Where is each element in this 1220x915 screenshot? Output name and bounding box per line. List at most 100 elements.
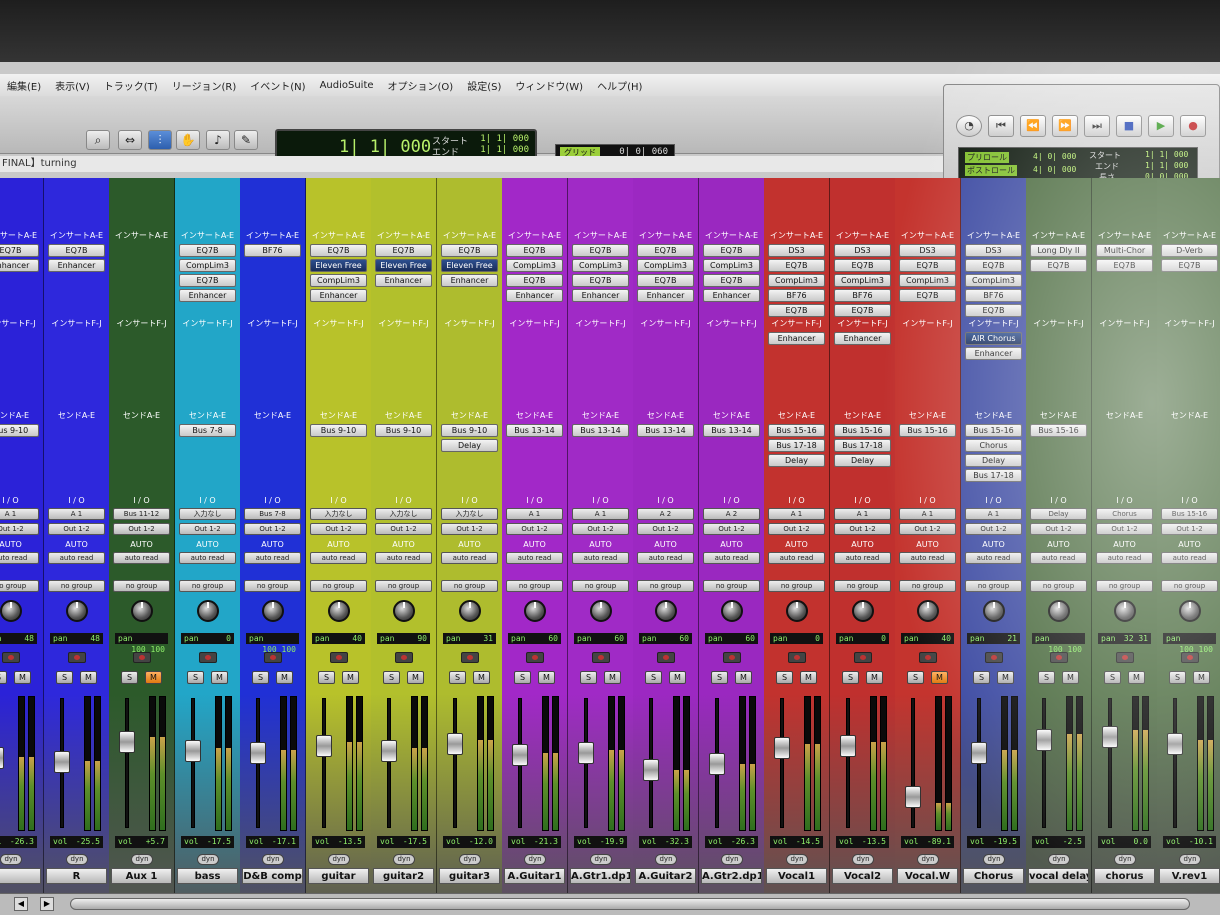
automation-mode[interactable]: auto read: [310, 552, 367, 564]
main-counter[interactable]: 1| 1| 000 スタート エンド 1| 1| 000 1| 1| 000: [275, 129, 537, 159]
output-selector[interactable]: Out 1-2: [572, 523, 629, 535]
record-enable-button[interactable]: [985, 652, 1003, 663]
output-selector[interactable]: Out 1-2: [1161, 523, 1218, 535]
send-slot[interactable]: Bus 17-18: [965, 469, 1022, 482]
solo-button[interactable]: S: [252, 671, 269, 684]
mute-button[interactable]: M: [931, 671, 948, 684]
volume-fader[interactable]: [578, 742, 594, 764]
send-slot[interactable]: Bus 9-10: [0, 424, 39, 437]
solo-button[interactable]: S: [907, 671, 924, 684]
input-selector[interactable]: Bus 15-16: [1161, 508, 1218, 520]
input-selector[interactable]: 入力なし: [310, 508, 367, 520]
record-enable-button[interactable]: [395, 652, 413, 663]
input-selector[interactable]: A 1: [768, 508, 825, 520]
menu-item[interactable]: イベント(N): [243, 78, 312, 93]
record-icon[interactable]: ●: [1180, 115, 1206, 137]
output-selector[interactable]: Out 1-2: [375, 523, 432, 535]
automation-mode[interactable]: auto read: [834, 552, 891, 564]
insert-slot[interactable]: EQ7B: [834, 259, 891, 272]
mute-button[interactable]: M: [800, 671, 817, 684]
insert-slot[interactable]: BF76: [834, 289, 891, 302]
scroll-right-icon[interactable]: ▶: [40, 897, 54, 911]
group-selector[interactable]: no group: [965, 580, 1022, 592]
insert-slot[interactable]: EQ7B: [834, 304, 891, 317]
solo-button[interactable]: S: [1038, 671, 1055, 684]
automation-mode[interactable]: auto read: [441, 552, 498, 564]
insert-slot[interactable]: EQ7B: [572, 274, 629, 287]
dyn-button[interactable]: dyn: [328, 854, 350, 865]
pan-knob[interactable]: [262, 600, 284, 622]
volume-fader[interactable]: [0, 747, 4, 769]
dyn-button[interactable]: dyn: [66, 854, 88, 865]
input-selector[interactable]: 入力なし: [441, 508, 498, 520]
insert-slot[interactable]: Enhancer: [768, 332, 825, 345]
input-selector[interactable]: Delay: [1030, 508, 1087, 520]
insert-slot[interactable]: Enhancer: [572, 289, 629, 302]
group-selector[interactable]: no group: [703, 580, 760, 592]
insert-slot[interactable]: DS3: [965, 244, 1022, 257]
solo-button[interactable]: S: [56, 671, 73, 684]
automation-mode[interactable]: auto read: [965, 552, 1022, 564]
dyn-button[interactable]: dyn: [786, 854, 808, 865]
insert-slot[interactable]: EQ7B: [310, 244, 367, 257]
track-name[interactable]: Chorus: [963, 868, 1024, 884]
online-icon[interactable]: ◔: [956, 115, 982, 137]
menu-item[interactable]: リージョン(R): [165, 78, 244, 93]
volume-fader[interactable]: [971, 742, 987, 764]
insert-slot[interactable]: EQ7B: [0, 244, 39, 257]
track-name[interactable]: A.Guitar2: [635, 868, 696, 884]
return-to-zero-icon[interactable]: ⏮: [988, 115, 1014, 137]
mute-button[interactable]: M: [997, 671, 1014, 684]
mute-button[interactable]: M: [342, 671, 359, 684]
play-icon[interactable]: ▶: [1148, 115, 1174, 137]
insert-slot[interactable]: Eleven Free: [375, 259, 432, 272]
insert-slot[interactable]: CompLim3: [899, 274, 956, 287]
selector-icon[interactable]: ⫶: [148, 130, 172, 150]
pan-knob[interactable]: [983, 600, 1005, 622]
insert-slot[interactable]: Multi-Chor: [1096, 244, 1153, 257]
input-selector[interactable]: A 1: [965, 508, 1022, 520]
dyn-button[interactable]: dyn: [1114, 854, 1136, 865]
insert-slot[interactable]: BF76: [965, 289, 1022, 302]
solo-button[interactable]: S: [187, 671, 204, 684]
pan-knob[interactable]: [393, 600, 415, 622]
insert-slot[interactable]: Enhancer: [310, 289, 367, 302]
automation-mode[interactable]: auto read: [179, 552, 236, 564]
mute-button[interactable]: M: [538, 671, 555, 684]
volume-fader[interactable]: [54, 751, 70, 773]
pan-knob[interactable]: [328, 600, 350, 622]
insert-slot[interactable]: EQ7B: [179, 244, 236, 257]
zoom-icon[interactable]: ⌕: [86, 130, 110, 150]
mute-button[interactable]: M: [866, 671, 883, 684]
insert-slot[interactable]: EQ7B: [899, 259, 956, 272]
pan-knob[interactable]: [1048, 600, 1070, 622]
insert-slot[interactable]: EQ7B: [506, 274, 563, 287]
menu-item[interactable]: 表示(V): [48, 78, 97, 93]
output-selector[interactable]: Out 1-2: [179, 523, 236, 535]
insert-slot[interactable]: EQ7B: [637, 274, 694, 287]
record-enable-button[interactable]: [657, 652, 675, 663]
insert-slot[interactable]: EQ7B: [899, 289, 956, 302]
dyn-button[interactable]: dyn: [983, 854, 1005, 865]
input-selector[interactable]: A 2: [637, 508, 694, 520]
track-name[interactable]: bass: [177, 868, 238, 884]
mute-button[interactable]: M: [1128, 671, 1145, 684]
insert-slot[interactable]: EQ7B: [179, 274, 236, 287]
input-selector[interactable]: 入力なし: [179, 508, 236, 520]
pan-knob[interactable]: [197, 600, 219, 622]
dyn-button[interactable]: dyn: [524, 854, 546, 865]
solo-button[interactable]: S: [1169, 671, 1186, 684]
insert-slot[interactable]: Eleven Free: [310, 259, 367, 272]
menu-item[interactable]: オプション(O): [381, 78, 461, 93]
insert-slot[interactable]: EQ7B: [506, 244, 563, 257]
send-slot[interactable]: Bus 13-14: [506, 424, 563, 437]
insert-slot[interactable]: CompLim3: [965, 274, 1022, 287]
solo-button[interactable]: S: [645, 671, 662, 684]
postroll-label[interactable]: ポストロール: [965, 165, 1017, 176]
insert-slot[interactable]: EQ7B: [768, 304, 825, 317]
automation-mode[interactable]: auto read: [506, 552, 563, 564]
insert-slot[interactable]: Eleven Free: [441, 259, 498, 272]
automation-mode[interactable]: auto read: [1030, 552, 1087, 564]
track-name[interactable]: chorus: [1094, 868, 1155, 884]
insert-slot[interactable]: Enhancer: [179, 289, 236, 302]
